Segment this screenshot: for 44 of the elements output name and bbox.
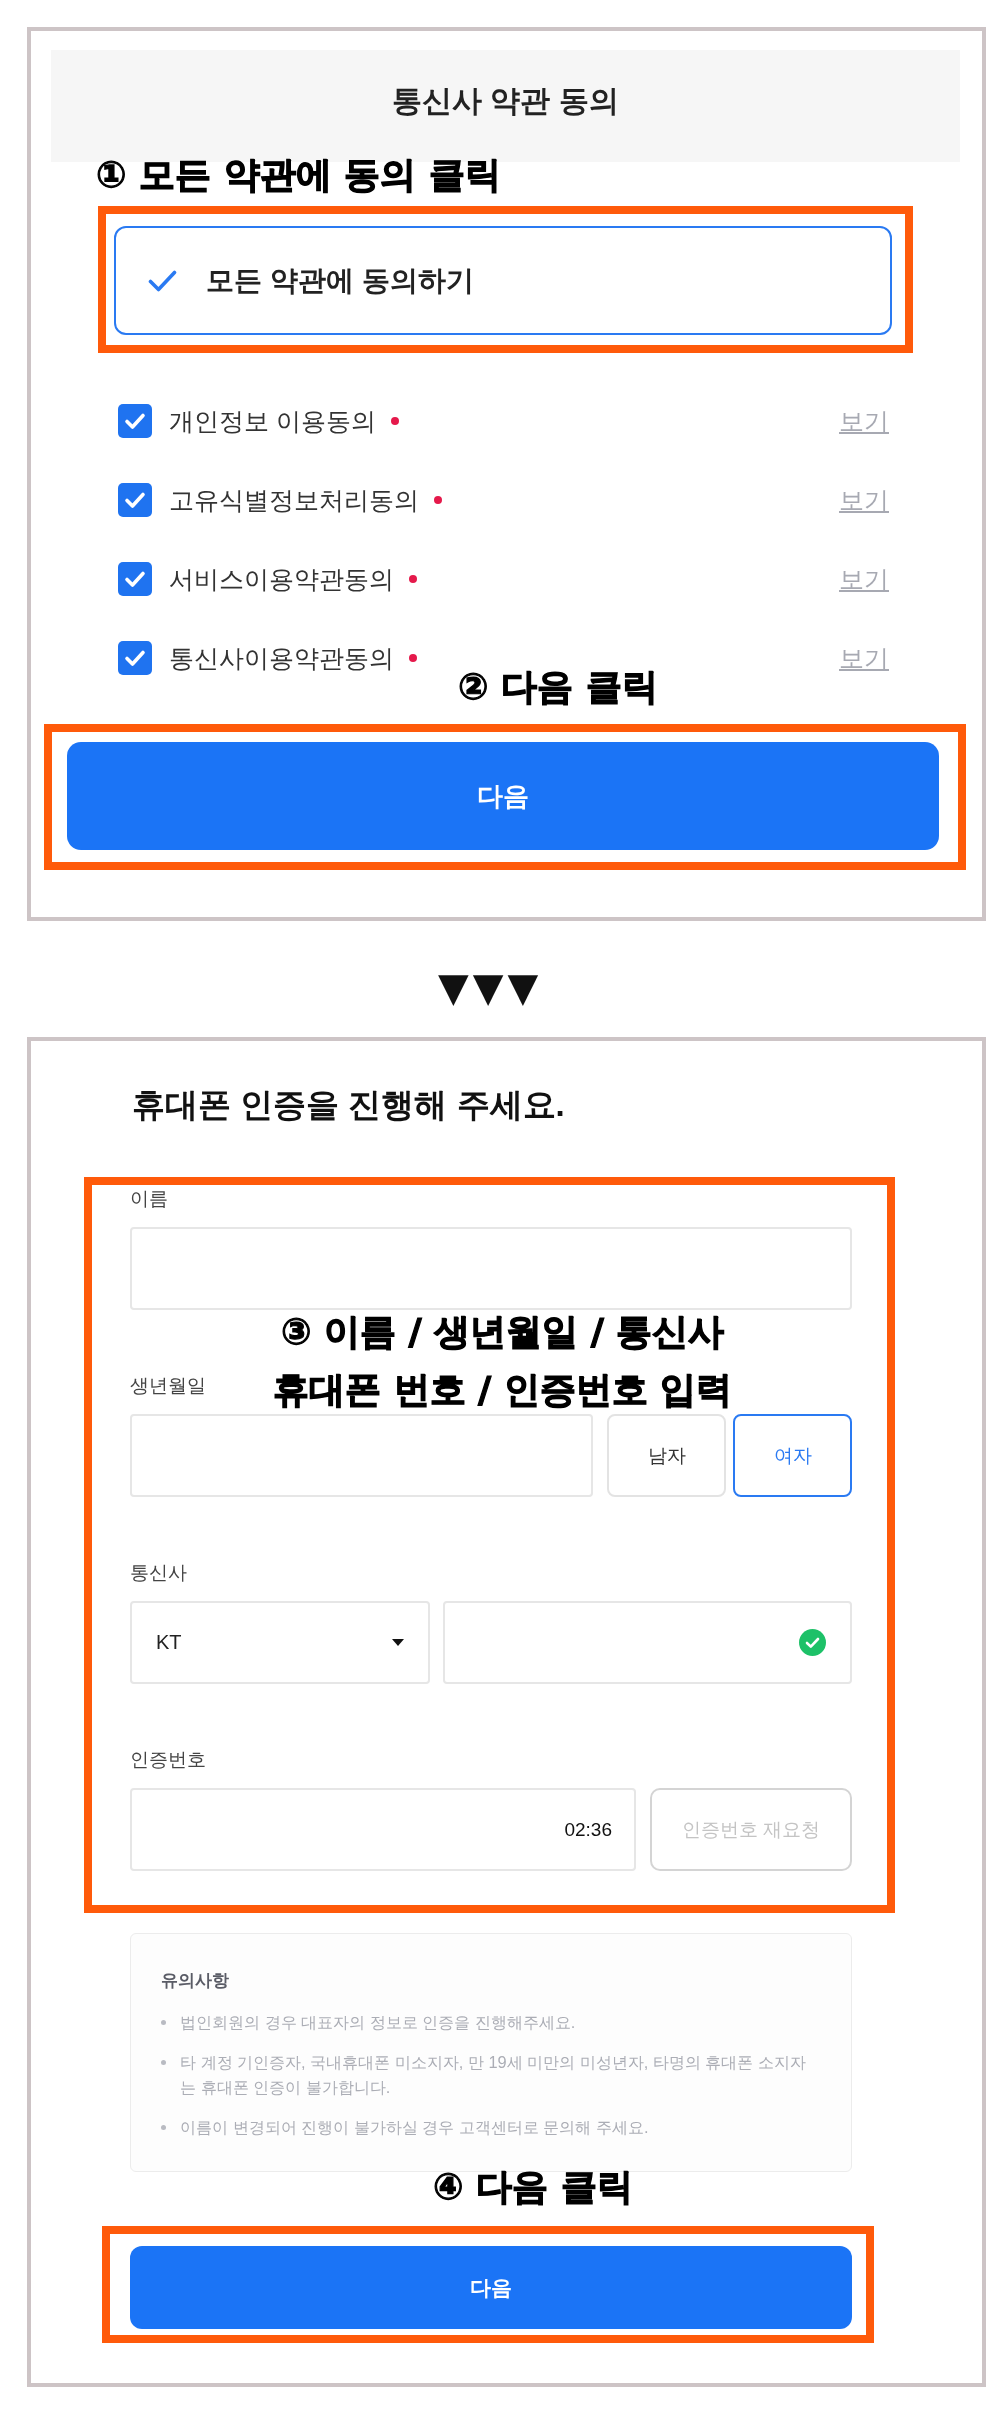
view-link[interactable]: 보기 <box>839 404 889 438</box>
check-icon <box>148 268 177 293</box>
phone-field[interactable] <box>443 1601 852 1684</box>
term-label: 통신사이용약관동의 <box>169 642 394 674</box>
field-label: 생년월일 <box>130 1374 206 1398</box>
gender-option[interactable]: 남자 <box>607 1414 726 1497</box>
checkbox[interactable] <box>118 404 152 438</box>
annotation-text: ① 모든 약관에 동의 클릭 <box>96 154 501 196</box>
notice-text: 법인회원의 경우 대표자의 정보로 인증을 진행해주세요. <box>180 2012 576 2033</box>
page-title: 통신사 약관 동의 <box>392 82 619 119</box>
next-button[interactable]: 다음 <box>67 742 939 850</box>
term-label: 개인정보 이용동의 <box>169 405 376 437</box>
annotation-text: 휴대폰 번호 / 인증번호 입력 <box>273 1368 733 1412</box>
down-triangles: ▼▼▼ <box>438 967 543 1007</box>
annotation-text: ④ 다음 클릭 <box>433 2166 633 2208</box>
bullet-icon <box>161 2125 166 2130</box>
timer-text: 02:36 <box>564 1818 612 1841</box>
field-label: 이름 <box>130 1187 168 1211</box>
notice-text: 이름이 변경되어 진행이 불가하실 경우 고객센터로 문의해 주세요. <box>180 2117 649 2138</box>
view-link[interactable]: 보기 <box>839 562 889 596</box>
notice-text: 타 계정 기인증자, 국내휴대폰 미소지자, 만 19세 미만의 미성년자, 타명의 휴대폰 소지자는 휴대폰 인증이 불가합니다. <box>180 2052 807 2098</box>
carrier-dropdown[interactable]: KT <box>130 1601 430 1684</box>
name-field[interactable] <box>130 1227 852 1310</box>
caret-icon <box>392 1639 404 1646</box>
term-label: 서비스이용약관동의 <box>169 563 394 595</box>
next-button[interactable]: 다음 <box>130 2246 852 2329</box>
bullet-icon <box>161 2020 166 2025</box>
gender-option[interactable]: 여자 <box>733 1414 852 1497</box>
view-link[interactable]: 보기 <box>839 483 889 517</box>
field-label: 인증번호 <box>130 1748 206 1772</box>
checkbox[interactable] <box>118 483 152 517</box>
agree-all-button[interactable]: 모든 약관에 동의하기 <box>114 226 892 335</box>
birthdate-field[interactable] <box>130 1414 593 1497</box>
term-label: 고유식별정보처리동의 <box>169 484 419 516</box>
checkbox[interactable] <box>118 641 152 675</box>
view-link[interactable]: 보기 <box>839 641 889 675</box>
annotation-text: ② 다음 클릭 <box>458 666 658 708</box>
page-heading: 휴대폰 인증을 진행해 주세요. <box>132 1085 565 1125</box>
bullet-icon <box>161 2060 166 2065</box>
code-field[interactable]: 02:36 <box>130 1788 636 1871</box>
annotation-text: ③ 이름 / 생년월일 / 통신사 <box>280 1310 725 1354</box>
checkbox[interactable] <box>118 562 152 596</box>
field-label: 통신사 <box>130 1561 187 1585</box>
notice-title: 유의사항 <box>161 1970 229 1992</box>
